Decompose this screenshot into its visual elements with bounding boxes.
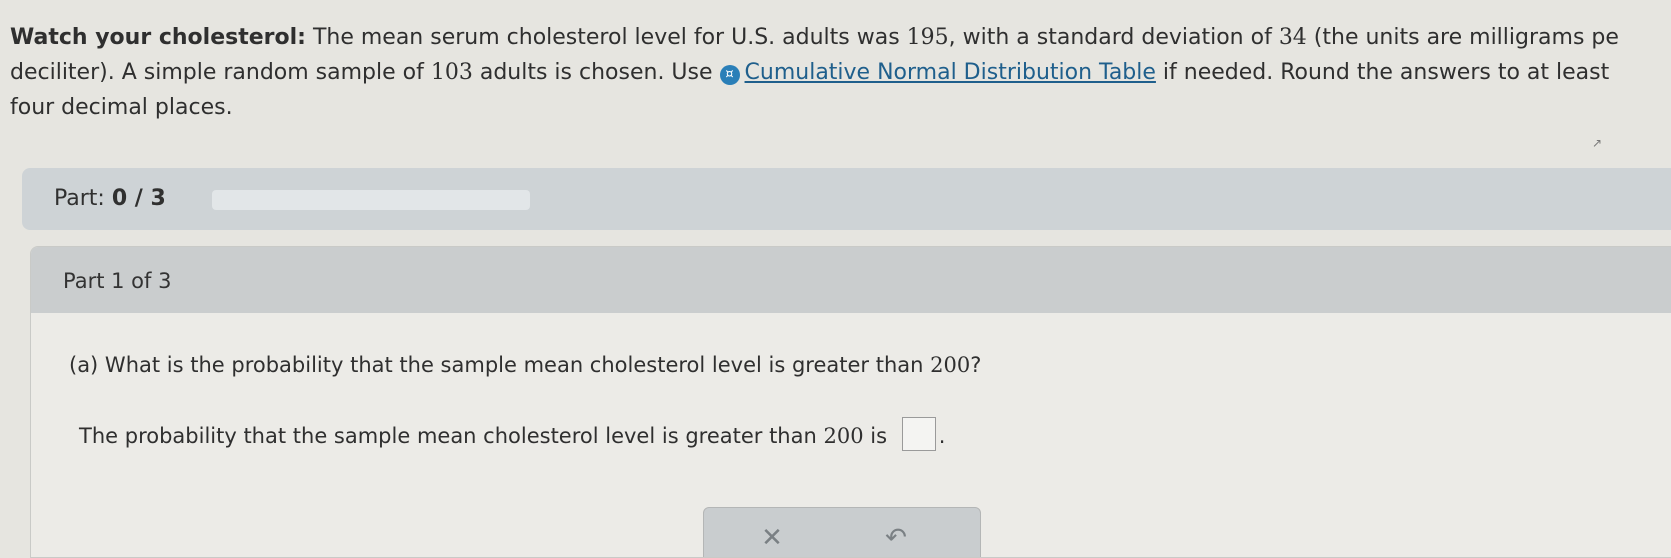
answer-sentence: The probability that the sample mean cho… (79, 417, 945, 451)
problem-line-3: four decimal places. (10, 95, 233, 120)
part-progress-bar: Part: 0 / 3 (22, 168, 1671, 230)
answer-button-panel: ✕ ↶ (703, 507, 981, 557)
problem-title: Watch your cholesterol: (10, 25, 306, 50)
clear-button[interactable]: ✕ (752, 518, 792, 557)
part-progress-label: Part: 0 / 3 (54, 186, 166, 211)
answer-input[interactable] (901, 417, 936, 451)
progress-track (212, 190, 530, 210)
mouse-cursor-icon: ↗ (1592, 136, 1603, 150)
info-circle-icon[interactable]: ¤ (719, 65, 740, 85)
problem-line-1: Watch your cholesterol: The mean serum c… (10, 25, 1619, 50)
undo-icon: ↶ (885, 523, 907, 553)
part-card-title: Part 1 of 3 (63, 269, 172, 293)
normal-table-link[interactable]: Cumulative Normal Distribution Table (745, 60, 1156, 85)
part-progress-count: 0 / 3 (111, 186, 166, 211)
part-card-header: Part 1 of 3 (31, 247, 1671, 313)
clear-x-icon: ✕ (761, 523, 783, 553)
question-threshold: 200 (930, 353, 971, 377)
question-text: (a) What is the probability that the sam… (69, 353, 982, 377)
part-card: Part 1 of 3 (a) What is the probability … (30, 246, 1671, 558)
mean-value: 195 (906, 25, 949, 50)
problem-statement: Watch your cholesterol: The mean serum c… (10, 20, 1671, 125)
problem-line-2: deciliter). A simple random sample of 10… (10, 60, 1610, 85)
answer-threshold: 200 (823, 424, 864, 448)
undo-button[interactable]: ↶ (876, 518, 916, 557)
sample-size-value: 103 (430, 60, 473, 85)
sd-value: 34 (1278, 25, 1307, 50)
